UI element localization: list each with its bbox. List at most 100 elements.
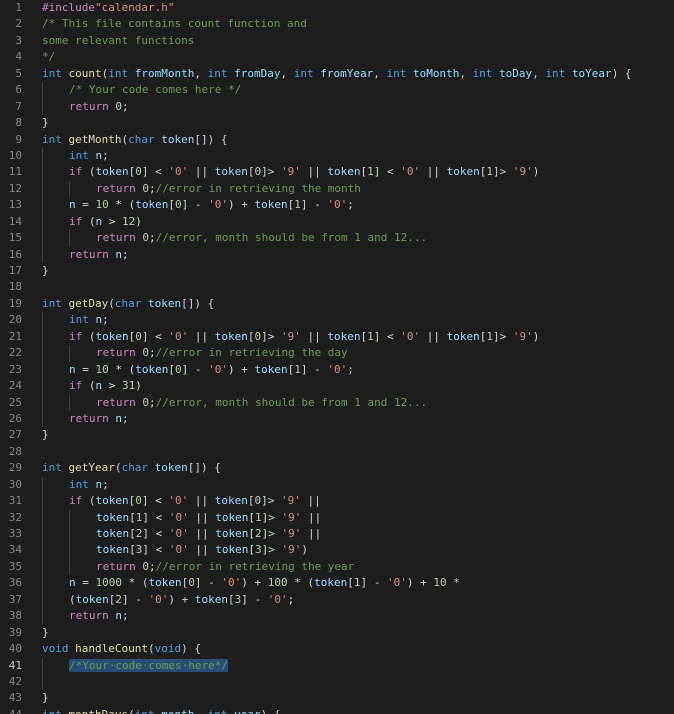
code-line[interactable]: 9 int getMonth(char token[]) {	[0, 132, 674, 148]
indent-guide	[42, 213, 69, 231]
code-line[interactable]: 24 if (n > 31)	[0, 378, 674, 395]
code-text: return n;	[42, 608, 129, 625]
code-line[interactable]: 39}	[0, 625, 674, 641]
code-line[interactable]: 33 token[2] < '0' || token[2]> '9' ||	[0, 526, 674, 543]
code-line[interactable]: 35 return 0;//error in retrieving the yea…	[0, 558, 674, 576]
code-line[interactable]: 36 n = 1000 * (token[0] - '0') + 100 * (t…	[0, 575, 674, 592]
code-line[interactable]: 4 */	[0, 49, 674, 65]
code-line[interactable]: 43}	[0, 690, 674, 706]
code-line[interactable]: 25 return 0;//error, month should be from…	[0, 394, 674, 411]
code-token: []) {	[181, 296, 215, 310]
code-line[interactable]: 20 int n;	[0, 312, 674, 329]
line-number: 27	[8, 428, 22, 442]
code-text: int n;	[42, 476, 109, 494]
line-number: 3	[15, 33, 22, 47]
code-token: 0	[142, 181, 149, 195]
code-text: /* Your code comes here */	[42, 82, 241, 99]
code-token: int	[108, 66, 129, 80]
code-token: int	[472, 66, 493, 80]
code-line[interactable]: 29 int getYear(char token[]) {	[0, 460, 674, 476]
code-token: [	[347, 576, 354, 590]
code-line[interactable]: 38 return n;	[0, 608, 674, 625]
code-token: '9'	[281, 329, 301, 343]
code-line[interactable]: 26 return n;	[0, 410, 674, 428]
code-editor[interactable]: 1 #include"calendar.h" 2 /* This file conta…	[0, 0, 674, 714]
code-token: token	[154, 461, 188, 475]
code-token: ;	[102, 477, 109, 491]
code-text: #include"calendar.h"	[42, 0, 174, 16]
code-token: * (	[108, 198, 136, 212]
code-token: token	[314, 576, 348, 590]
code-token: ;	[122, 411, 129, 425]
code-token: return	[96, 395, 136, 409]
code-token: ] -	[300, 362, 328, 376]
code-token: '0'	[168, 510, 189, 524]
code-line[interactable]: 15 return 0;//error, month should be from…	[0, 230, 674, 247]
code-line[interactable]: 42	[0, 673, 674, 691]
code-line[interactable]: 31 if (token[0] < '0' || token[0]> '9' ||	[0, 493, 674, 510]
code-text: if (token[0] < '0' || token[0]> '9' ||	[42, 493, 321, 510]
code-token: '9'	[281, 527, 302, 540]
code-line[interactable]: 40 void handleCount(void) {	[0, 641, 674, 657]
code-line[interactable]: 32 token[1] < '0' || token[1]> '9' ||	[0, 509, 674, 526]
line-number: 40	[8, 642, 22, 656]
line-number: 10	[8, 148, 22, 162]
code-token: token	[215, 510, 249, 524]
code-text: return 0;//error in retrieving the month	[42, 180, 361, 198]
code-line[interactable]: 8}	[0, 115, 674, 131]
code-token: char	[128, 132, 155, 146]
code-token: ;	[347, 198, 354, 212]
code-line[interactable]: 7 return 0;	[0, 98, 674, 116]
code-token: '0'	[208, 362, 228, 376]
line-number: 34	[8, 543, 22, 557]
code-token: //error in retrieving the year	[155, 559, 355, 573]
code-token: 0	[175, 362, 182, 376]
line-number: 2	[15, 17, 22, 31]
code-token: int	[545, 66, 566, 80]
code-line[interactable]: 30 int n;	[0, 476, 674, 494]
code-token: (	[82, 379, 96, 393]
code-line[interactable]: 2 /* This file contains count function an…	[0, 16, 674, 32]
code-line[interactable]: 5 int count(int fromMonth, int fromDay, i…	[0, 66, 674, 82]
code-token: n	[115, 609, 122, 623]
code-line[interactable]: 28	[0, 444, 674, 460]
code-text	[42, 673, 69, 691]
code-line[interactable]: 23 n = 10 * (token[0] - '0') + token[1] -…	[0, 361, 674, 379]
indent-guide	[69, 558, 96, 576]
line-number: 31	[8, 494, 22, 508]
indent-guide	[69, 180, 96, 198]
code-token: int	[207, 66, 228, 80]
code-line[interactable]: 44int monthDays(int month, int year) {	[0, 707, 674, 714]
code-line[interactable]: 19 int getDay(char token[]) {	[0, 296, 674, 312]
code-line[interactable]: 37 (token[2] - '0') + token[3] - '0';	[0, 591, 674, 609]
code-token: ||	[188, 494, 215, 508]
code-token: ||	[188, 543, 216, 557]
code-line[interactable]: 34 token[3] < '0' || token[3]> '9')	[0, 542, 674, 559]
code-line[interactable]: 27}	[0, 427, 674, 443]
code-line[interactable]: 11 if (token[0] < '0' || token[0]> '9' ||…	[0, 164, 674, 181]
code-token: 1	[353, 576, 361, 590]
code-line[interactable]: 10 int n;	[0, 147, 674, 165]
code-token: 0	[135, 494, 142, 508]
line-number: 9	[15, 132, 22, 146]
code-line[interactable]: 14 if (n > 12)	[0, 213, 674, 231]
code-line[interactable]: 12 return 0;//error in retrieving the mon…	[0, 180, 674, 198]
code-line[interactable]: 6 /* Your code comes here */	[0, 82, 674, 99]
code-line[interactable]: 16 return n;	[0, 246, 674, 263]
code-line[interactable]: 22 return 0;//error in retrieving the day	[0, 345, 674, 362]
code-line[interactable]: 21 if (token[0] < '0' || token[0]> '9' ||…	[0, 328, 674, 346]
code-line[interactable]: 1 #include"calendar.h"	[0, 0, 674, 16]
code-token: 0	[142, 231, 149, 245]
code-line[interactable]: 17}	[0, 263, 674, 279]
code-line[interactable]: 41 /*Your·code·comes·here*/	[0, 657, 674, 674]
code-token: (	[82, 494, 96, 508]
indent-guide	[42, 164, 69, 181]
code-token: return	[69, 247, 109, 261]
code-token: ) +	[228, 362, 255, 376]
code-line[interactable]: 13 n = 10 * (token[0] - '0') + token[1] -…	[0, 197, 674, 214]
code-line[interactable]: 3 some relevant functions	[0, 33, 674, 49]
code-line[interactable]: 18	[0, 279, 674, 295]
code-token: return	[69, 609, 109, 623]
